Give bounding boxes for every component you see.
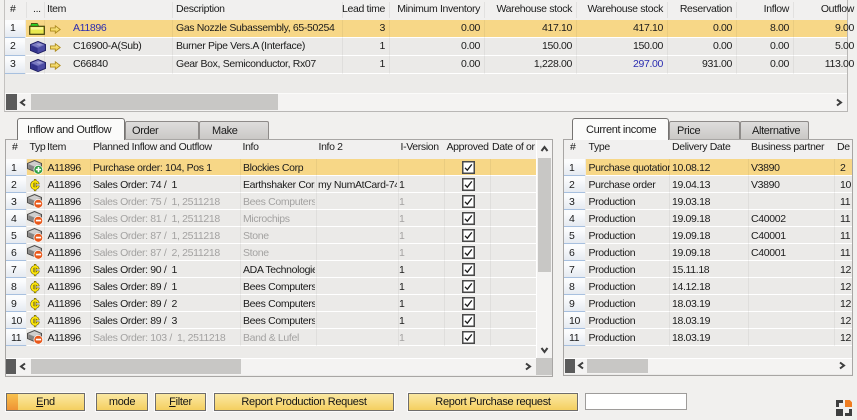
svg-text:¢: ¢ bbox=[31, 263, 40, 279]
svg-text:¢: ¢ bbox=[31, 280, 40, 296]
svg-text:¢: ¢ bbox=[31, 314, 40, 330]
svg-text:¢: ¢ bbox=[31, 297, 40, 313]
svg-text:¢: ¢ bbox=[31, 178, 40, 194]
